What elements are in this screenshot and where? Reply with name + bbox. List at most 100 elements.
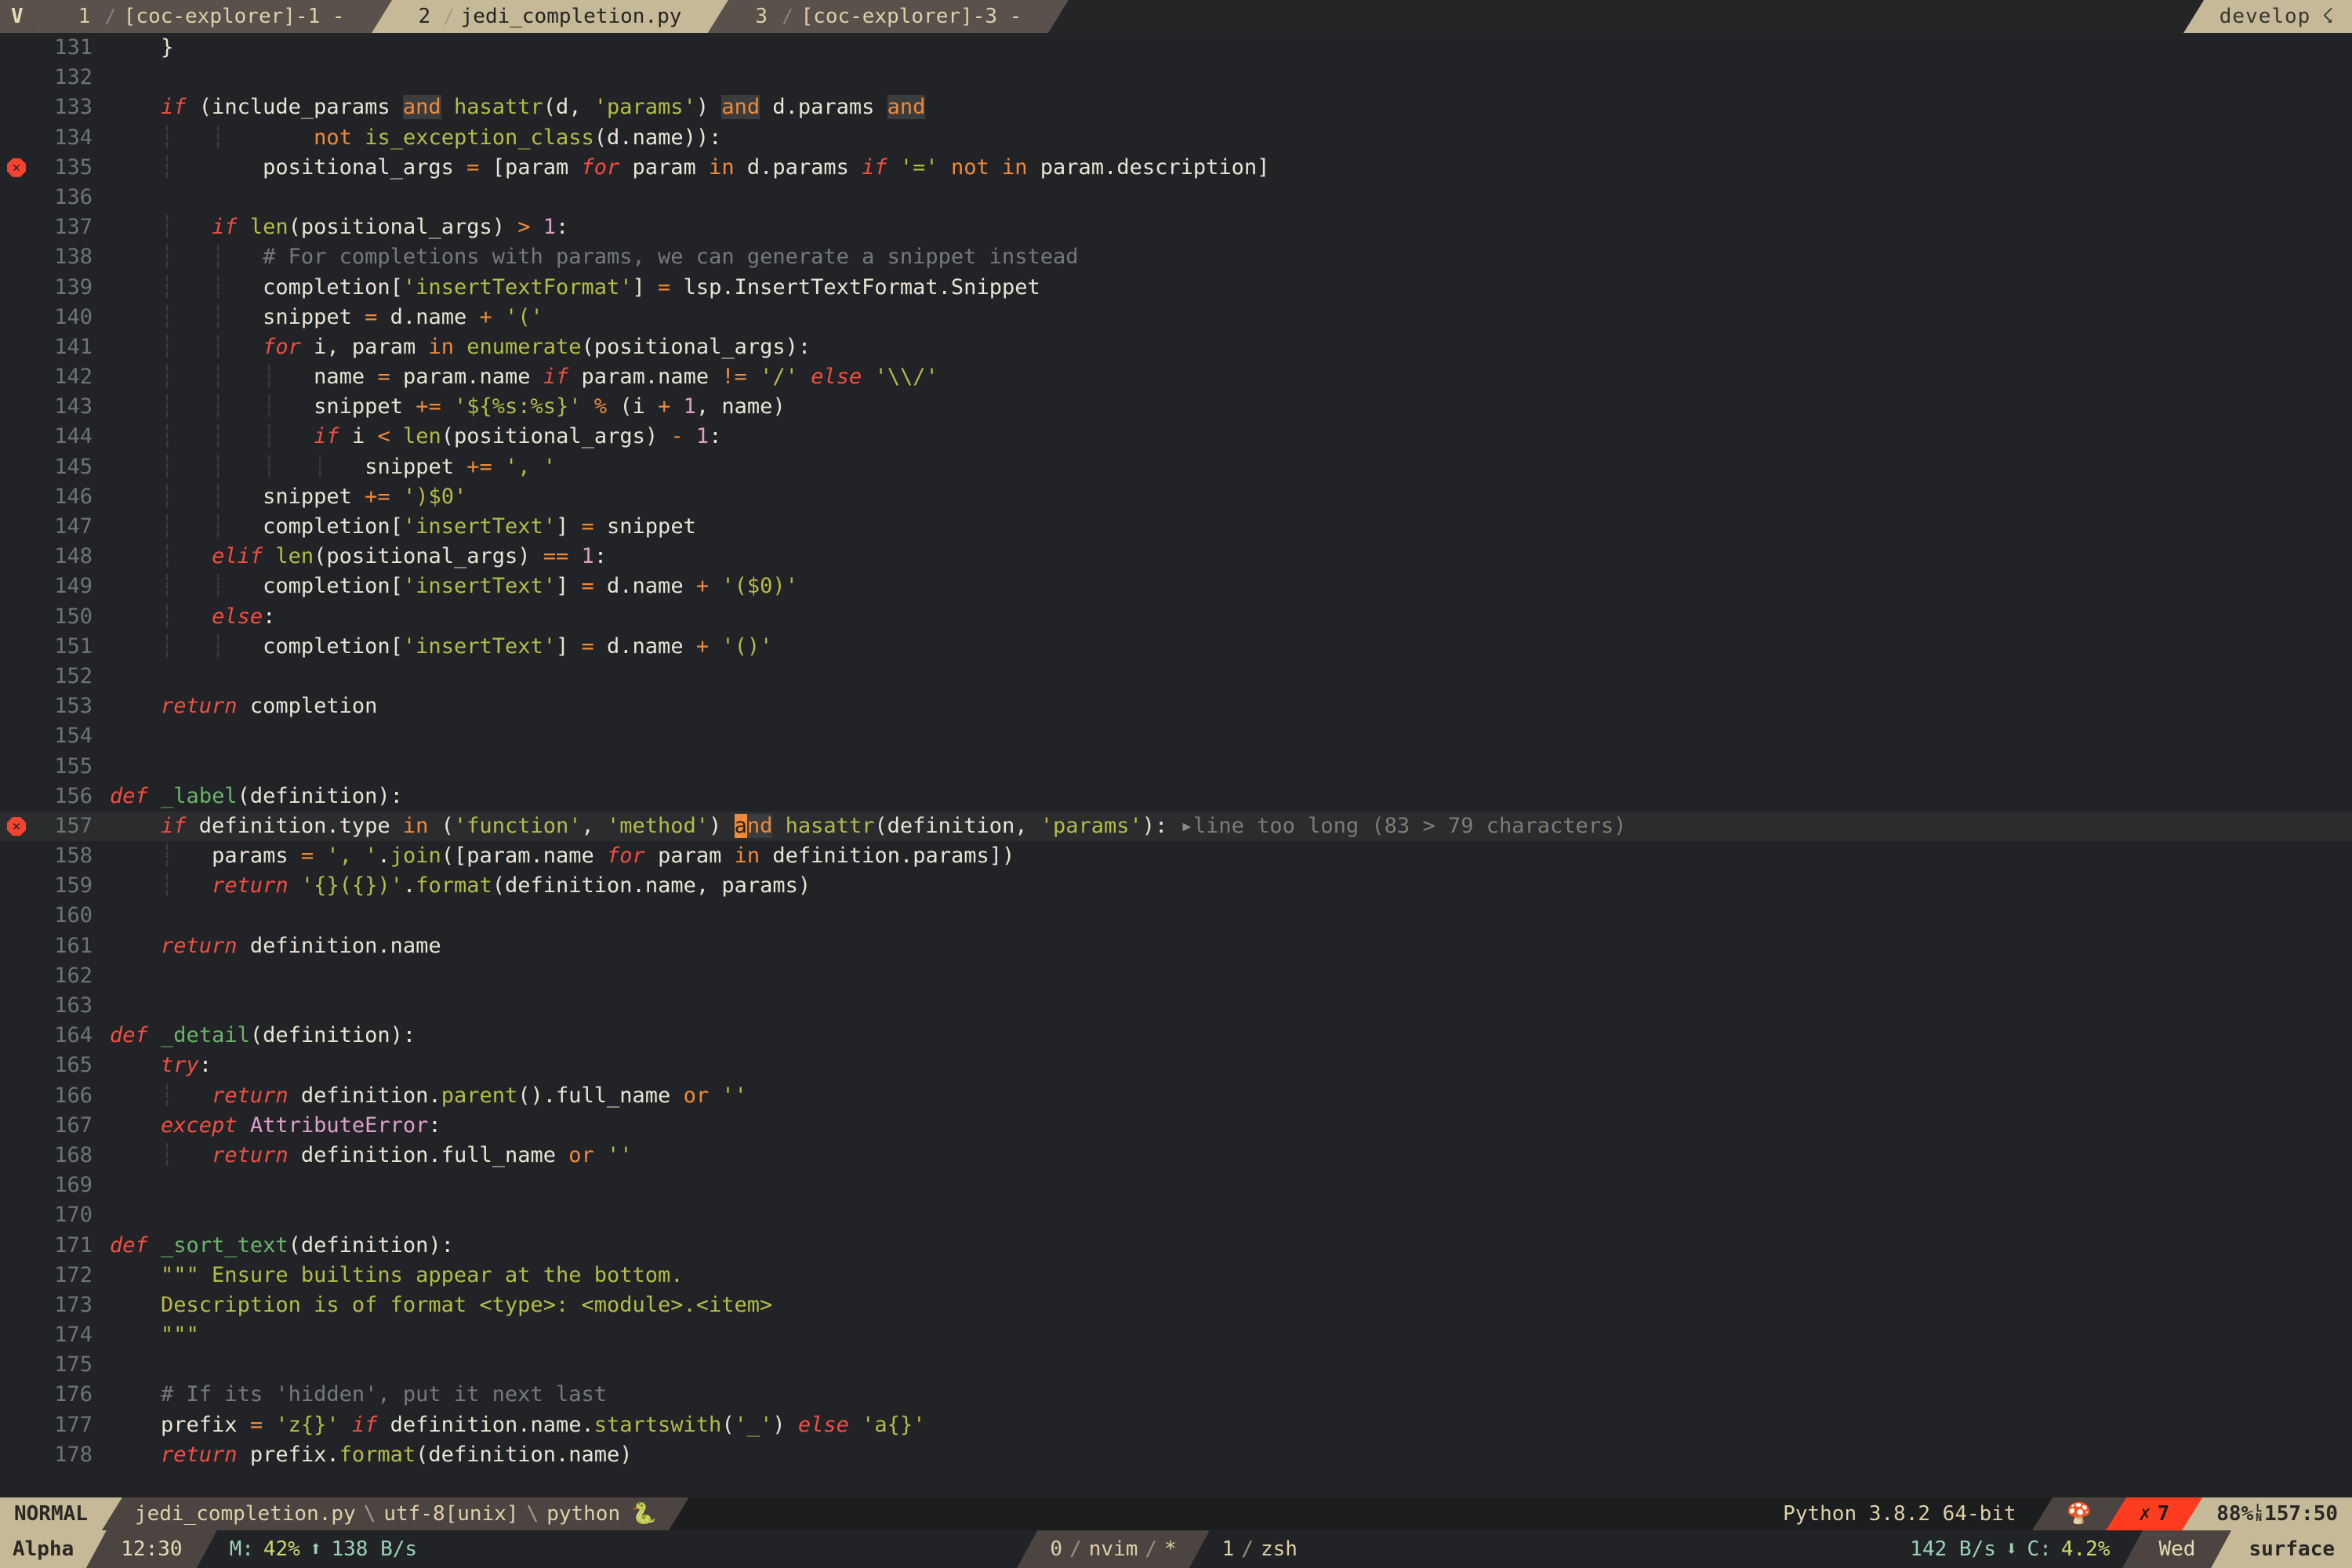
code-line[interactable]: 153 return completion (0, 691, 2352, 721)
code-line[interactable]: 143 ┆ ┆ ┆ snippet += '${%s:%s}' % (i + 1… (0, 392, 2352, 422)
tab-1[interactable]: 1 / [coc-explorer]-1 - (51, 0, 372, 33)
code-line[interactable]: 165 try: (0, 1051, 2352, 1080)
code-line[interactable]: 146 ┆ ┆ snippet += ')$0' (0, 482, 2352, 512)
tmux-window-0[interactable]: 0 / nvim / * (1037, 1530, 1189, 1568)
code-token: ┆ (161, 514, 174, 539)
line-text: try: (110, 1051, 212, 1080)
code-line[interactable]: 171 def _sort_text(definition): (0, 1231, 2352, 1261)
code-token: positional_args (173, 154, 467, 180)
line-number: 151 (54, 633, 93, 659)
line-text: return completion (110, 691, 377, 721)
code-line[interactable]: 174 """ (0, 1320, 2352, 1350)
code-line[interactable]: 160 (0, 901, 2352, 931)
code-line[interactable]: 163 (0, 991, 2352, 1021)
code-line[interactable]: 154 (0, 721, 2352, 751)
code-line[interactable]: 177 prefix = 'z{}' if definition.name.st… (0, 1410, 2352, 1440)
diagnostics-error-count[interactable]: ✗ 7 (2125, 1497, 2183, 1530)
code-line[interactable]: 167 except AttributeError: (0, 1111, 2352, 1141)
code-line[interactable]: 132 (0, 63, 2352, 93)
code-line[interactable]: 148 ┆ elif len(positional_args) == 1: (0, 542, 2352, 572)
code-token: = (365, 304, 378, 329)
code-token: (definition.name, params) (492, 873, 811, 898)
line-number: 134 (54, 125, 93, 150)
tmux-window-1[interactable]: 1 / zsh (1209, 1530, 1310, 1568)
code-line[interactable]: 134 ┆ ┆ not is_exception_class(d.name)): (0, 123, 2352, 153)
line-text: ┆ return '{}({})'.format(definition.name… (110, 871, 811, 901)
line-text: return definition.name (110, 931, 441, 961)
code-token: '\\/' (874, 365, 938, 390)
git-branch-indicator[interactable]: develop ☇ (2203, 0, 2352, 33)
code-line[interactable]: 151 ┆ ┆ completion['insertText'] = d.nam… (0, 632, 2352, 662)
code-line[interactable]: 150 ┆ else: (0, 602, 2352, 632)
code-line[interactable]: 139 ┆ ┆ completion['insertTextFormat'] =… (0, 273, 2352, 303)
code-token: or (683, 1083, 710, 1108)
code-token: len (275, 544, 314, 569)
code-token: ┆ (161, 1083, 174, 1108)
code-line[interactable]: 149 ┆ ┆ completion['insertText'] = d.nam… (0, 572, 2352, 601)
tab-3[interactable]: 3 / [coc-explorer]-3 - (728, 0, 1049, 33)
code-token: definition.name. (377, 1412, 594, 1437)
sign-column-empty (0, 752, 33, 782)
hostname-label: Alpha (13, 1537, 74, 1561)
line-text: """ (110, 1320, 199, 1350)
code-line[interactable]: 144 ┆ ┆ ┆ if i < len(positional_args) - … (0, 422, 2352, 452)
code-token: (positional_args) (288, 215, 518, 240)
code-line[interactable]: 131 } (0, 33, 2352, 63)
code-line[interactable]: 166 ┆ return definition.parent().full_na… (0, 1081, 2352, 1111)
code-line[interactable]: 138 ┆ ┆ # For completions with params, w… (0, 242, 2352, 272)
code-token: d.name (593, 574, 696, 599)
code-editor-buffer[interactable]: 131 } 132 133 if (include_params and hasat… (0, 33, 2352, 1497)
code-line[interactable]: 137 ┆ if len(positional_args) > 1: (0, 212, 2352, 242)
code-line[interactable]: 156 def _label(definition): (0, 782, 2352, 811)
sign-column-empty (0, 1051, 33, 1080)
code-line[interactable]: 175 (0, 1350, 2352, 1380)
python-icon: 🐍 (631, 1502, 657, 1526)
statusline-position: 88% LN 157:50 (2202, 1497, 2352, 1530)
line-number: 143 (54, 394, 93, 419)
code-line[interactable]: 172 """ Ensure builtins appear at the bo… (0, 1261, 2352, 1290)
code-token: definition. (288, 1083, 441, 1108)
code-line[interactable]: 176 # If its 'hidden', put it next last (0, 1380, 2352, 1410)
code-line[interactable]: ✕ 157 if definition.type in ('function', … (0, 811, 2352, 842)
line-number: 149 (54, 574, 93, 599)
sign-column-empty (0, 1081, 33, 1111)
code-line[interactable]: 133 if (include_params and hasattr(d, 'p… (0, 93, 2352, 122)
code-line[interactable]: 168 ┆ return definition.full_name or '' (0, 1141, 2352, 1171)
line-text: ┆ ┆ ┆ name = param.name if param.name !=… (110, 362, 938, 392)
code-line[interactable]: 164 def _detail(definition): (0, 1021, 2352, 1051)
code-line[interactable]: 147 ┆ ┆ completion['insertText'] = snipp… (0, 512, 2352, 542)
code-line[interactable]: 141 ┆ ┆ for i, param in enumerate(positi… (0, 332, 2352, 362)
code-line[interactable]: 145 ┆ ┆ ┆ ┆ snippet += ', ' (0, 452, 2352, 482)
code-line[interactable]: 158 ┆ params = ', '.join([param.name for… (0, 841, 2352, 871)
tmux-status-bar: Alpha 12:30 M: 42% ⬆ 138 B/s 0 / nvim / … (0, 1530, 2352, 1568)
code-line[interactable]: 140 ┆ ┆ snippet = d.name + '(' (0, 303, 2352, 332)
code-token: format (339, 1442, 416, 1467)
tab-2[interactable]: 2 / jedi_completion.py (391, 0, 709, 33)
code-line[interactable]: 170 (0, 1200, 2352, 1230)
code-line[interactable]: 159 ┆ return '{}({})'.format(definition.… (0, 871, 2352, 901)
conda-env-indicator[interactable]: 🍄 (2052, 1497, 2106, 1530)
code-line[interactable]: 173 Description is of format <type>: <mo… (0, 1290, 2352, 1320)
code-line[interactable]: 152 (0, 662, 2352, 691)
code-line[interactable]: 136 (0, 183, 2352, 212)
statusline-interpreter[interactable]: Python 3.8.2 64-bit (1767, 1497, 2032, 1530)
code-line[interactable]: 169 (0, 1171, 2352, 1200)
code-token: parent (441, 1083, 518, 1108)
code-line[interactable]: 162 (0, 961, 2352, 991)
code-token: ┆ (212, 334, 225, 359)
code-line[interactable]: 142 ┆ ┆ ┆ name = param.name if param.nam… (0, 362, 2352, 392)
code-line[interactable]: 155 (0, 752, 2352, 782)
code-line[interactable]: 178 return prefix.format(definition.name… (0, 1440, 2352, 1470)
code-line[interactable]: ✕ 135 ┆ positional_args = [param for para… (0, 153, 2352, 183)
code-line[interactable]: 161 return definition.name (0, 931, 2352, 961)
line-number: 166 (54, 1083, 93, 1108)
